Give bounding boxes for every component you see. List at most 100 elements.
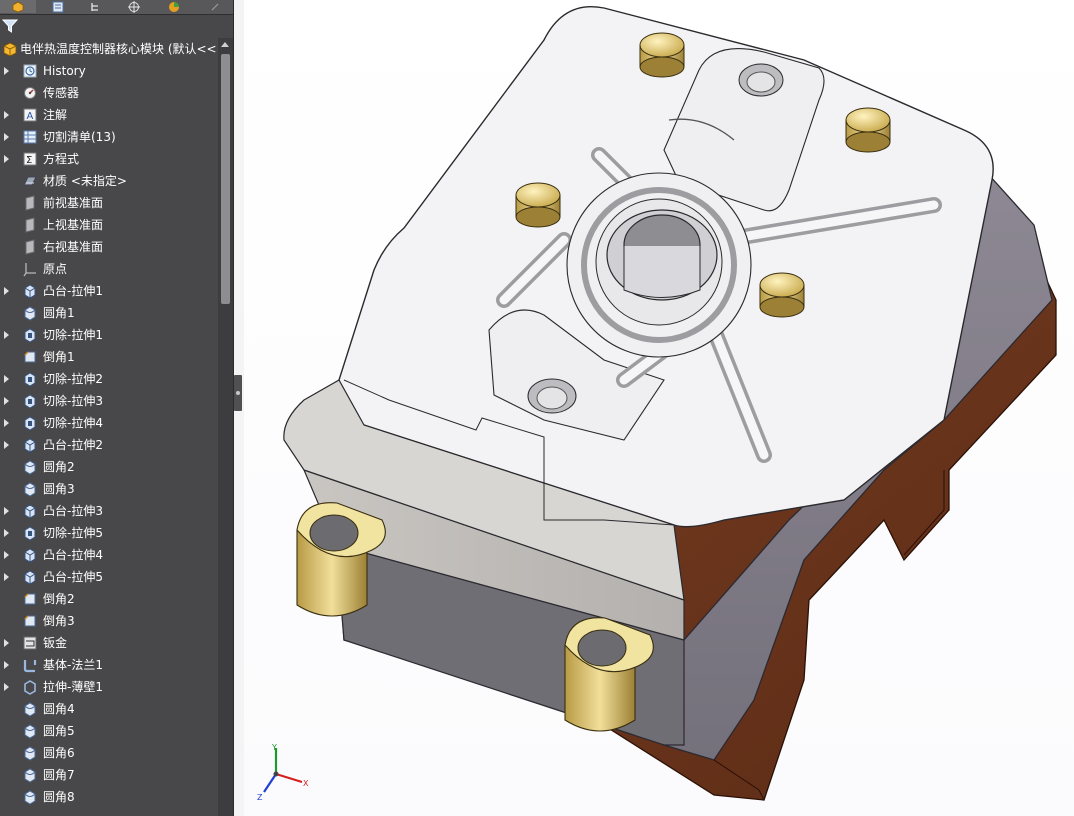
configuration-manager-icon — [91, 2, 98, 11]
tree-item[interactable]: 凸台-拉伸5 — [0, 566, 217, 588]
tree-item-label: 切除-拉伸1 — [43, 328, 103, 342]
expand-arrow-icon[interactable] — [4, 441, 9, 449]
panel-splitter[interactable] — [234, 0, 244, 816]
tree-item[interactable]: 圆角4 — [0, 698, 217, 720]
tree-item-label: 传感器 — [43, 86, 80, 100]
tree-item-label: 凸台-拉伸4 — [43, 548, 103, 562]
tree-item[interactable]: 上视基准面 — [0, 214, 217, 236]
expand-arrow-icon[interactable] — [4, 683, 9, 691]
tree-item[interactable]: 倒角2 — [0, 588, 217, 610]
boss-extrude-icon — [24, 438, 36, 453]
tree-item[interactable]: 凸台-拉伸4 — [0, 544, 217, 566]
tree-item[interactable]: 切除-拉伸2 — [0, 368, 217, 390]
expand-arrow-icon[interactable] — [4, 397, 9, 405]
tab-configuration-manager[interactable] — [78, 0, 114, 13]
expand-arrow-icon[interactable] — [4, 639, 9, 647]
tree-item[interactable]: 基体-法兰1 — [0, 654, 217, 676]
expand-arrow-icon[interactable] — [4, 375, 9, 383]
tree-item[interactable]: 圆角1 — [0, 302, 217, 324]
reference-triad[interactable]: Y X Z — [252, 742, 312, 802]
base-flange-icon — [23, 660, 37, 673]
expand-arrow-icon[interactable] — [4, 67, 9, 75]
tree-item-label: 切除-拉伸5 — [43, 526, 103, 540]
tab-display-manager[interactable] — [156, 0, 192, 13]
sensor-icon — [24, 87, 36, 99]
tree-item-label: 圆角8 — [43, 790, 75, 804]
tab-more[interactable] — [200, 0, 230, 13]
fillet-icon — [24, 306, 36, 321]
tree-item[interactable]: 凸台-拉伸3 — [0, 500, 217, 522]
scroll-up-arrow-icon[interactable] — [221, 42, 229, 47]
tree-item[interactable]: 钣金 — [0, 632, 217, 654]
tree-item[interactable]: 凸台-拉伸2 — [0, 434, 217, 456]
tree-item-label: 切除-拉伸3 — [43, 394, 103, 408]
fillet-icon — [24, 702, 36, 717]
tree-item-label: 材质 <未指定> — [43, 174, 127, 188]
expand-arrow-icon[interactable] — [4, 573, 9, 581]
filter-row — [0, 15, 233, 37]
triad-z-label: Z — [257, 793, 263, 802]
equation-icon: Σ — [23, 152, 37, 166]
tree-item[interactable]: 切除-拉伸5 — [0, 522, 217, 544]
filter-icon[interactable] — [2, 18, 18, 34]
boss-extrude-icon — [24, 570, 36, 585]
tree-item[interactable]: 切除-拉伸4 — [0, 412, 217, 434]
expand-arrow-icon[interactable] — [4, 661, 9, 669]
expand-arrow-icon[interactable] — [4, 507, 9, 515]
tab-feature-manager[interactable] — [0, 0, 36, 13]
tree-item[interactable]: 凸台-拉伸1 — [0, 280, 217, 302]
boss-extrude-icon — [24, 548, 36, 563]
expand-arrow-icon[interactable] — [4, 111, 9, 119]
tree-item[interactable]: 材质 <未指定> — [0, 170, 217, 192]
expand-arrow-icon[interactable] — [4, 551, 9, 559]
3d-model[interactable] — [244, 0, 1074, 816]
expand-arrow-icon[interactable] — [4, 419, 9, 427]
expand-arrow-icon[interactable] — [4, 529, 9, 537]
tree-item[interactable]: 圆角6 — [0, 742, 217, 764]
tree-item-label: 原点 — [43, 262, 68, 276]
tree-item[interactable]: 圆角8 — [0, 786, 217, 808]
expand-arrow-icon[interactable] — [4, 287, 9, 295]
tree-item-label: 凸台-拉伸1 — [43, 284, 103, 298]
graphics-viewport[interactable]: Y X Z — [244, 0, 1074, 816]
annotation-icon: A — [23, 108, 37, 122]
splitter-handle[interactable] — [234, 375, 242, 411]
tree-item[interactable]: 原点 — [0, 258, 217, 280]
tree-scrollbar[interactable] — [218, 38, 233, 816]
tree-item[interactable]: 前视基准面 — [0, 192, 217, 214]
expand-arrow-icon[interactable] — [4, 133, 9, 141]
tree-item[interactable]: 拉伸-薄壁1 — [0, 676, 217, 698]
cut-extrude-icon — [24, 394, 36, 409]
tree-item-label: 切割清单(13) — [43, 130, 116, 144]
expand-arrow-icon[interactable] — [4, 155, 9, 163]
tree-item[interactable]: 圆角3 — [0, 478, 217, 500]
tree-item[interactable]: 切除-拉伸3 — [0, 390, 217, 412]
tab-dimxpert[interactable] — [116, 0, 152, 13]
fillet-icon — [24, 790, 36, 805]
tree-item-label: 圆角4 — [43, 702, 75, 716]
tree-item[interactable]: Σ 方程式 — [0, 148, 217, 170]
tree-item-label: 凸台-拉伸5 — [43, 570, 103, 584]
tab-property-manager[interactable] — [40, 0, 76, 13]
tree-item[interactable]: 切割清单(13) — [0, 126, 217, 148]
tree-item[interactable]: A 注解 — [0, 104, 217, 126]
tree-item[interactable]: History — [0, 60, 217, 82]
boss-extrude-icon — [24, 284, 36, 299]
feature-tree: 电伴热温度控制器核心模块 (默认<< History 传感器 A 注解切割清单(13)… — [0, 38, 217, 816]
expand-arrow-icon[interactable] — [4, 331, 9, 339]
scroll-thumb[interactable] — [221, 54, 230, 304]
property-manager-icon — [52, 1, 64, 12]
tree-item[interactable]: 圆角5 — [0, 720, 217, 742]
fillet-icon — [24, 768, 36, 783]
tree-item[interactable]: 右视基准面 — [0, 236, 217, 258]
tree-item[interactable]: 圆角2 — [0, 456, 217, 478]
tree-item-label: 倒角1 — [43, 350, 75, 364]
tree-item[interactable]: 倒角1 — [0, 346, 217, 368]
tree-item[interactable]: 倒角3 — [0, 610, 217, 632]
tree-item[interactable]: 传感器 — [0, 82, 217, 104]
tree-root-item[interactable]: 电伴热温度控制器核心模块 (默认<< — [0, 38, 217, 60]
chamfer-icon — [24, 615, 36, 627]
tree-item-label: 方程式 — [43, 152, 80, 166]
tree-item[interactable]: 圆角7 — [0, 764, 217, 786]
tree-item[interactable]: 切除-拉伸1 — [0, 324, 217, 346]
